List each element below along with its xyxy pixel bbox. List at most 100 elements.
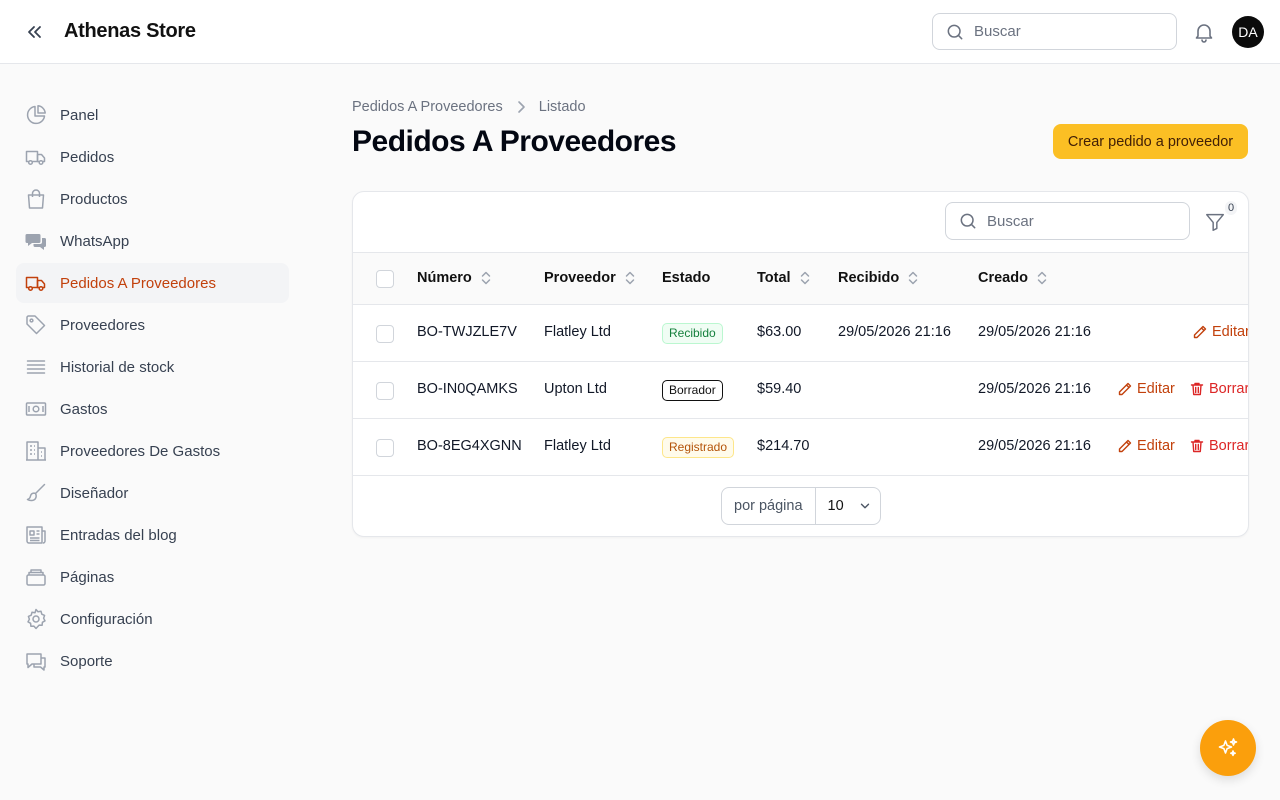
sidebar-item-label: Pedidos A Proveedores <box>60 274 216 292</box>
sidebar-item-paginas[interactable]: Páginas <box>16 557 289 597</box>
sidebar-item-disenador[interactable]: Diseñador <box>16 473 289 513</box>
global-search[interactable] <box>932 13 1177 50</box>
sidebar-item-soporte[interactable]: Soporte <box>16 641 289 681</box>
column-label: Número <box>417 270 472 286</box>
column-label: Estado <box>662 270 711 286</box>
banknote-icon <box>24 397 48 421</box>
shopping-bag-icon <box>24 187 48 211</box>
supplier-name: Upton Ltd <box>544 381 607 397</box>
ai-assistant-button[interactable] <box>1200 720 1256 776</box>
user-avatar[interactable]: DA <box>1232 16 1264 48</box>
gear-icon <box>24 607 48 631</box>
row-checkbox[interactable] <box>376 325 394 343</box>
sidebar-item-label: Soporte <box>60 652 113 670</box>
support-chat-icon <box>24 649 48 673</box>
search-icon <box>945 22 965 42</box>
pencil-icon <box>1192 324 1208 340</box>
sidebar: Panel Pedidos Productos WhatsApp Pedidos… <box>16 95 289 683</box>
sidebar-item-label: Historial de stock <box>60 358 175 376</box>
edit-button[interactable]: Editar <box>1117 381 1175 397</box>
sidebar-item-panel[interactable]: Panel <box>16 95 289 135</box>
edit-label: Editar <box>1212 324 1249 340</box>
sidebar-item-pedidos[interactable]: Pedidos <box>16 137 289 177</box>
edit-button[interactable]: Editar <box>1192 324 1249 340</box>
per-page-selector: por página 10 <box>721 487 881 525</box>
column-label: Total <box>757 270 791 286</box>
pie-chart-icon <box>24 103 48 127</box>
delete-button[interactable]: Borrar <box>1189 381 1248 397</box>
sidebar-item-gastos[interactable]: Gastos <box>16 389 289 429</box>
table-toolbar: 0 <box>353 192 1248 253</box>
column-header-numero[interactable]: Número <box>417 270 494 286</box>
order-number: BO-IN0QAMKS <box>417 381 518 397</box>
column-label: Recibido <box>838 270 900 286</box>
sidebar-item-configuracion[interactable]: Configuración <box>16 599 289 639</box>
select-all-checkbox[interactable] <box>376 270 394 288</box>
sidebar-item-label: Panel <box>60 106 99 124</box>
table-row[interactable]: BO-TWJZLE7V Flatley Ltd Recibido $63.00 … <box>353 305 1248 362</box>
app-title[interactable]: Athenas Store <box>64 20 196 43</box>
list-icon <box>24 355 48 379</box>
collapse-sidebar-icon[interactable] <box>22 20 46 44</box>
paintbrush-icon <box>24 481 48 505</box>
sidebar-item-label: WhatsApp <box>60 232 130 250</box>
sort-icon <box>622 270 638 286</box>
column-header-estado: Estado <box>662 270 710 286</box>
trash-icon <box>1189 438 1205 454</box>
global-search-input[interactable] <box>974 23 1164 40</box>
status-badge: Registrado <box>662 437 735 458</box>
sidebar-item-label: Entradas del blog <box>60 526 177 544</box>
column-header-creado[interactable]: Creado <box>978 270 1050 286</box>
sidebar-item-productos[interactable]: Productos <box>16 179 289 219</box>
sidebar-item-proveedores-de-gastos[interactable]: Proveedores De Gastos <box>16 431 289 471</box>
sidebar-item-entradas-del-blog[interactable]: Entradas del blog <box>16 515 289 555</box>
sidebar-item-label: Configuración <box>60 610 153 628</box>
filter-count-badge: 0 <box>1225 201 1238 215</box>
column-header-total[interactable]: Total <box>757 270 813 286</box>
table-search[interactable] <box>945 202 1190 240</box>
newspaper-icon <box>24 523 48 547</box>
table-search-input[interactable] <box>987 212 1177 230</box>
sidebar-item-proveedores[interactable]: Proveedores <box>16 305 289 345</box>
edit-button[interactable]: Editar <box>1117 438 1175 454</box>
sidebar-item-whatsapp[interactable]: WhatsApp <box>16 221 289 261</box>
chevron-right-icon <box>511 97 531 117</box>
pencil-icon <box>1117 438 1133 454</box>
sidebar-item-label: Diseñador <box>60 484 129 502</box>
column-header-proveedor[interactable]: Proveedor <box>544 270 638 286</box>
column-header-recibido[interactable]: Recibido <box>838 270 921 286</box>
sort-icon <box>797 270 813 286</box>
order-total: $63.00 <box>757 324 802 340</box>
sidebar-item-label: Proveedores <box>60 316 146 334</box>
chevron-down-icon <box>858 499 872 513</box>
table-row[interactable]: BO-8EG4XGNN Flatley Ltd Registrado $214.… <box>353 419 1248 476</box>
delete-button[interactable]: Borrar <box>1189 438 1249 454</box>
per-page-label: por página <box>722 488 816 524</box>
table-row[interactable]: BO-IN0QAMKS Upton Ltd Borrador $59.40 29… <box>353 362 1248 419</box>
sidebar-item-historial-de-stock[interactable]: Historial de stock <box>16 347 289 387</box>
notifications-bell-icon[interactable] <box>1192 20 1216 44</box>
pencil-icon <box>1117 381 1133 397</box>
sidebar-item-pedidos-a-proveedores[interactable]: Pedidos A Proveedores <box>16 263 289 303</box>
status-badge: Recibido <box>662 323 723 344</box>
top-bar: Athenas Store DA <box>0 0 1280 64</box>
row-checkbox[interactable] <box>376 439 394 457</box>
create-supplier-order-button[interactable]: Crear pedido a proveedor <box>1053 124 1248 159</box>
sidebar-item-label: Gastos <box>60 400 108 418</box>
supplier-name: Flatley Ltd <box>544 324 611 340</box>
building-icon <box>24 439 48 463</box>
delete-label: Borrar <box>1209 438 1249 454</box>
row-checkbox[interactable] <box>376 382 394 400</box>
filter-icon[interactable] <box>1204 211 1226 233</box>
order-total: $214.70 <box>757 438 810 454</box>
sparkles-icon <box>1216 736 1240 760</box>
order-number: BO-8EG4XGNN <box>417 438 522 454</box>
per-page-select[interactable]: 10 <box>816 488 880 524</box>
edit-label: Editar <box>1137 381 1175 397</box>
sidebar-item-label: Productos <box>60 190 128 208</box>
status-badge: Borrador <box>662 380 723 401</box>
breadcrumb-parent-link[interactable]: Pedidos A Proveedores <box>352 99 503 115</box>
tag-icon <box>24 313 48 337</box>
stack-icon <box>24 565 48 589</box>
sidebar-item-label: Páginas <box>60 568 115 586</box>
